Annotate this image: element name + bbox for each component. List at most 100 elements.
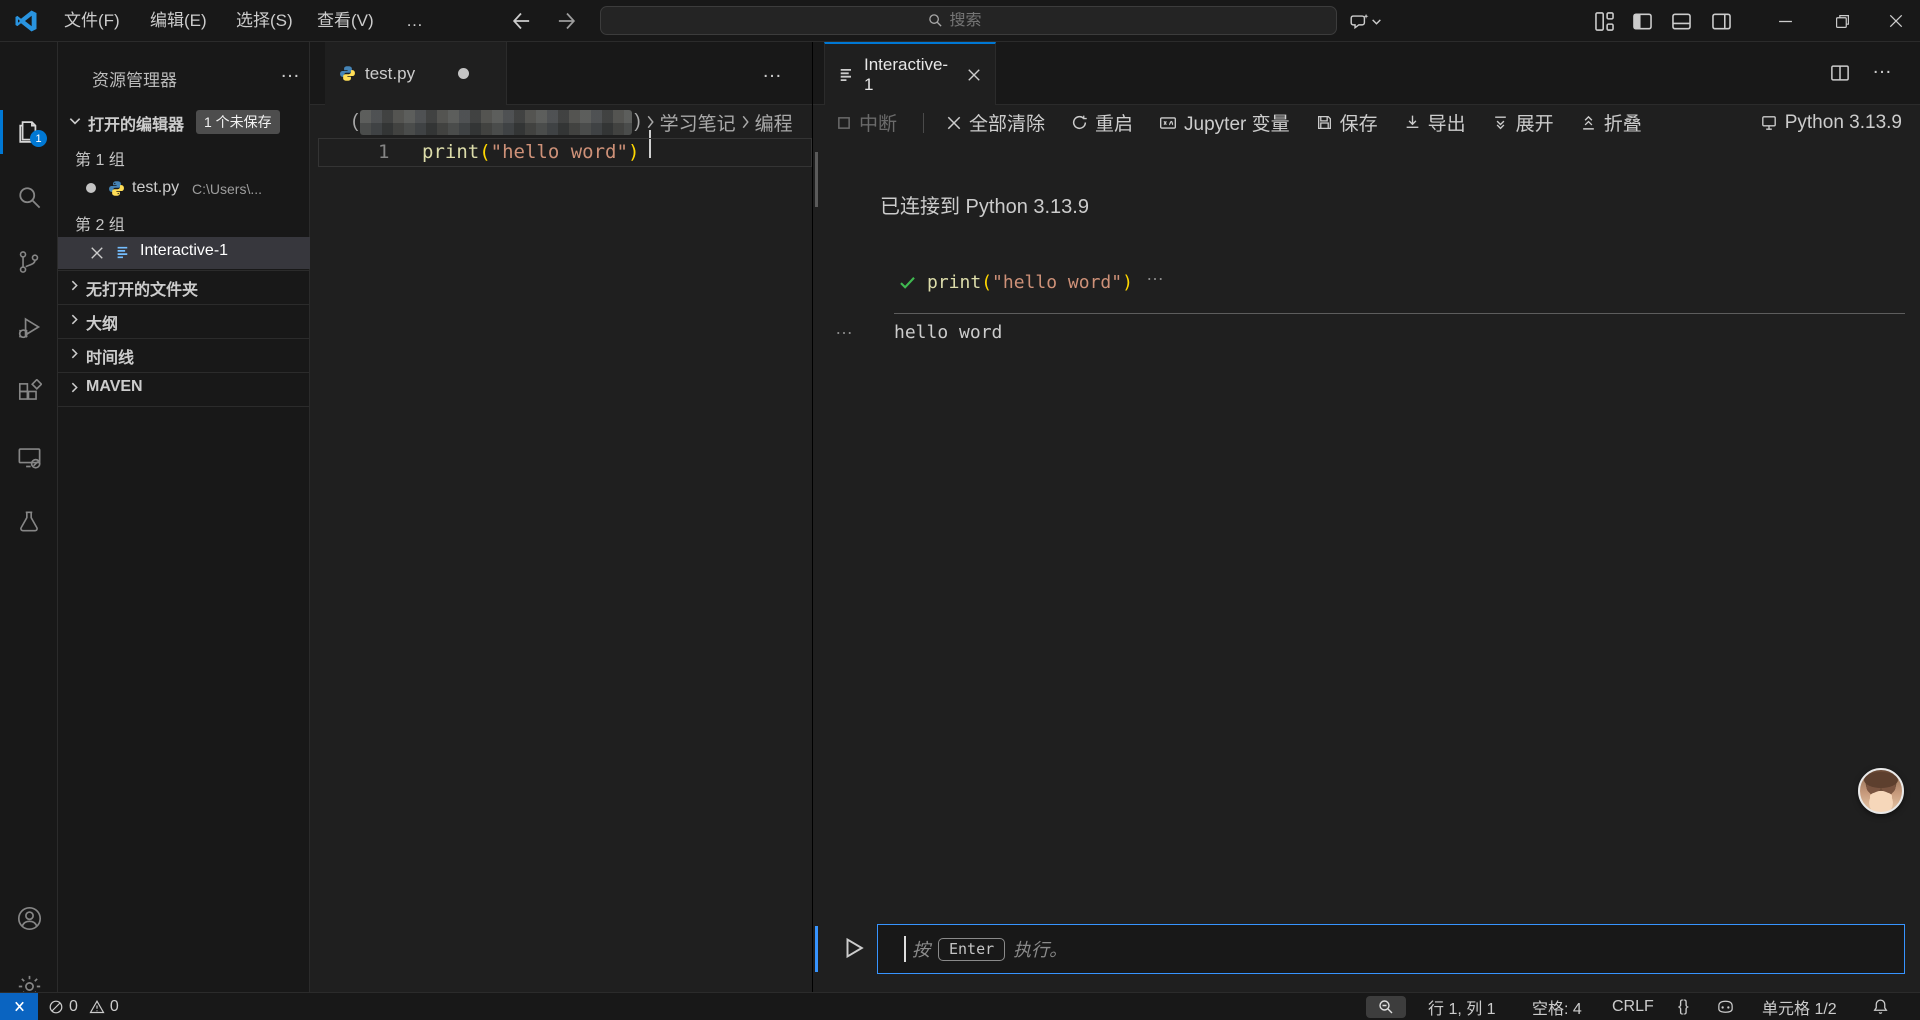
window-restore-icon[interactable] [1829, 9, 1855, 33]
save-button[interactable]: 保存 [1316, 109, 1378, 136]
nav-back-icon[interactable] [508, 9, 534, 33]
menu-view[interactable]: 查看(V) [311, 9, 380, 33]
interactive-input-editor[interactable]: 按 Enter 执行。 [877, 924, 1905, 974]
modified-dot-icon[interactable] [86, 183, 96, 193]
open-editor-item-interactive-selected[interactable]: Interactive-1 [58, 237, 310, 269]
tab-modified-dot-icon[interactable] [458, 68, 470, 79]
restart-button[interactable]: 重启 [1071, 109, 1133, 136]
collapse-all-icon [1582, 115, 1594, 130]
search-input[interactable] [949, 11, 1010, 30]
open-editor-item-testpy[interactable]: test.py C:\Users\... [58, 173, 310, 205]
zoom-out-icon [1379, 1000, 1393, 1014]
panel-more-actions-icon[interactable]: … [1872, 56, 1893, 79]
breadcrumb[interactable]: ( ) 学习笔记 编程 [310, 105, 812, 139]
split-editor-icon[interactable] [1830, 63, 1850, 83]
section-chevron-icon [68, 313, 81, 326]
tab-label: test.py [365, 63, 416, 83]
censored-path-mosaic [360, 109, 633, 135]
sidebar-section-timeline[interactable]: 时间线 [86, 344, 134, 368]
sidebar-item-source-control[interactable] [0, 236, 58, 288]
nav-forward-icon[interactable] [554, 9, 580, 33]
clear-all-icon [947, 116, 961, 129]
sidebar-item-explorer[interactable]: 1 [0, 106, 58, 158]
remote-indicator[interactable] [0, 993, 38, 1020]
editor-group-2-label: 第 2 组 [75, 217, 125, 234]
python-file-icon [339, 65, 356, 82]
indentation-item[interactable]: 空格: 4 [1532, 993, 1582, 1020]
toggle-sidebar-icon[interactable] [1629, 9, 1655, 33]
problems-indicator[interactable]: 0 0 [48, 993, 119, 1020]
language-braces-item[interactable]: {} [1678, 993, 1689, 1020]
tab-interactive-1[interactable]: Interactive-1 [824, 42, 996, 105]
open-editors-header[interactable]: 打开的编辑器 [88, 111, 184, 135]
code-token-string: "hello word" [992, 272, 1123, 293]
python-file-icon [108, 180, 125, 197]
sidebar-item-search[interactable] [0, 171, 58, 223]
line-number: 1 [378, 141, 390, 163]
jupyter-variables-button[interactable]: Jupyter 变量 [1159, 109, 1290, 136]
title-bar: 文件(F) 编辑(E) 选择(S) 查看(V) … [0, 0, 1920, 42]
sidebar-item-remote-explorer[interactable] [0, 431, 58, 483]
cell-indicator-item[interactable]: 单元格 1/2 [1762, 993, 1837, 1020]
editor-actions-more-icon[interactable]: … [762, 60, 783, 83]
close-editor-icon[interactable] [90, 246, 104, 260]
editor-group-1: test.py … ( ) 学习笔记 编程 1 print("hello wor… [310, 42, 812, 992]
menu-selection[interactable]: 选择(S) [230, 9, 299, 33]
sidebar-item-run-debug[interactable] [0, 301, 58, 353]
cell-code[interactable]: print("hello word") [927, 272, 1133, 293]
floating-avatar[interactable] [1858, 768, 1904, 814]
customize-layout-icon[interactable] [1591, 9, 1617, 33]
copilot-status-icon[interactable] [1716, 993, 1735, 1020]
window-close-icon[interactable] [1883, 9, 1909, 33]
copilot-icon[interactable] [1344, 9, 1386, 33]
sidebar-more-actions-icon[interactable]: … [280, 60, 301, 83]
interrupt-square-icon [838, 116, 850, 129]
remote-icon [14, 1001, 24, 1012]
interrupt-button[interactable]: 中断 [836, 109, 897, 136]
cursor-position-item[interactable]: 行 1, 列 1 [1428, 993, 1496, 1020]
toggle-secondary-sidebar-icon[interactable] [1708, 9, 1734, 33]
collapse-all-button[interactable]: 折叠 [1580, 109, 1642, 136]
code-token-string: "hello word" [490, 141, 628, 163]
tab-testpy[interactable]: test.py [325, 42, 507, 105]
sidebar-section-no-folder[interactable]: 无打开的文件夹 [86, 276, 198, 300]
sidebar-section-outline[interactable]: 大纲 [86, 310, 118, 334]
unsaved-count-badge: 1 个未保存 [196, 110, 280, 134]
section-chevron-icon [68, 381, 81, 394]
window-minimize-icon[interactable] [1772, 9, 1798, 33]
input-placeholder-post: 执行。 [1013, 940, 1068, 960]
global-search-box[interactable] [600, 6, 1337, 35]
breadcrumb-close-paren: ) [634, 111, 641, 132]
open-editor-file-path: C:\Users\... [192, 181, 263, 197]
output-more-actions-icon[interactable]: … [835, 318, 854, 339]
zoom-status-item[interactable] [1366, 996, 1406, 1018]
interactive-toolbar: 中断 全部清除 重启 Jupyter 变量 保存 导出 展开 折叠 Python… [813, 105, 1920, 140]
menu-file[interactable]: 文件(F) [58, 9, 126, 33]
scrollbar-indicator[interactable] [815, 152, 818, 207]
export-button[interactable]: 导出 [1404, 109, 1466, 136]
account-icon[interactable] [0, 892, 58, 944]
sidebar-section-maven[interactable]: MAVEN [86, 378, 143, 396]
clear-all-button[interactable]: 全部清除 [946, 109, 1045, 136]
notifications-bell-icon[interactable] [1872, 993, 1889, 1020]
editor-group-1-label: 第 1 组 [75, 152, 125, 169]
breadcrumb-segment-programming[interactable]: 编程 [755, 109, 793, 136]
sidebar-item-extensions[interactable] [0, 366, 58, 418]
sidebar-item-testing[interactable] [0, 496, 58, 548]
menu-more-icon[interactable]: … [400, 9, 431, 33]
toggle-panel-icon[interactable] [1668, 9, 1694, 33]
restart-icon [1072, 115, 1087, 130]
expand-all-button[interactable]: 展开 [1492, 109, 1554, 136]
tab-close-icon[interactable] [967, 68, 981, 82]
interactive-tab-bar: Interactive-1 … [813, 42, 1920, 105]
code-line[interactable]: print("hello word") [422, 141, 639, 163]
cell-more-actions-icon[interactable]: … [1146, 264, 1165, 285]
kernel-picker[interactable]: Python 3.13.9 [1760, 112, 1902, 134]
run-cell-button[interactable] [841, 935, 867, 961]
menu-edit[interactable]: 编辑(E) [144, 9, 213, 33]
breadcrumb-segment-notes[interactable]: 学习笔记 [660, 109, 736, 136]
toolbar-divider [923, 112, 925, 133]
interactive-cell[interactable]: print("hello word") … [894, 262, 1905, 314]
export-icon [1406, 115, 1418, 128]
eol-item[interactable]: CRLF [1612, 993, 1654, 1020]
